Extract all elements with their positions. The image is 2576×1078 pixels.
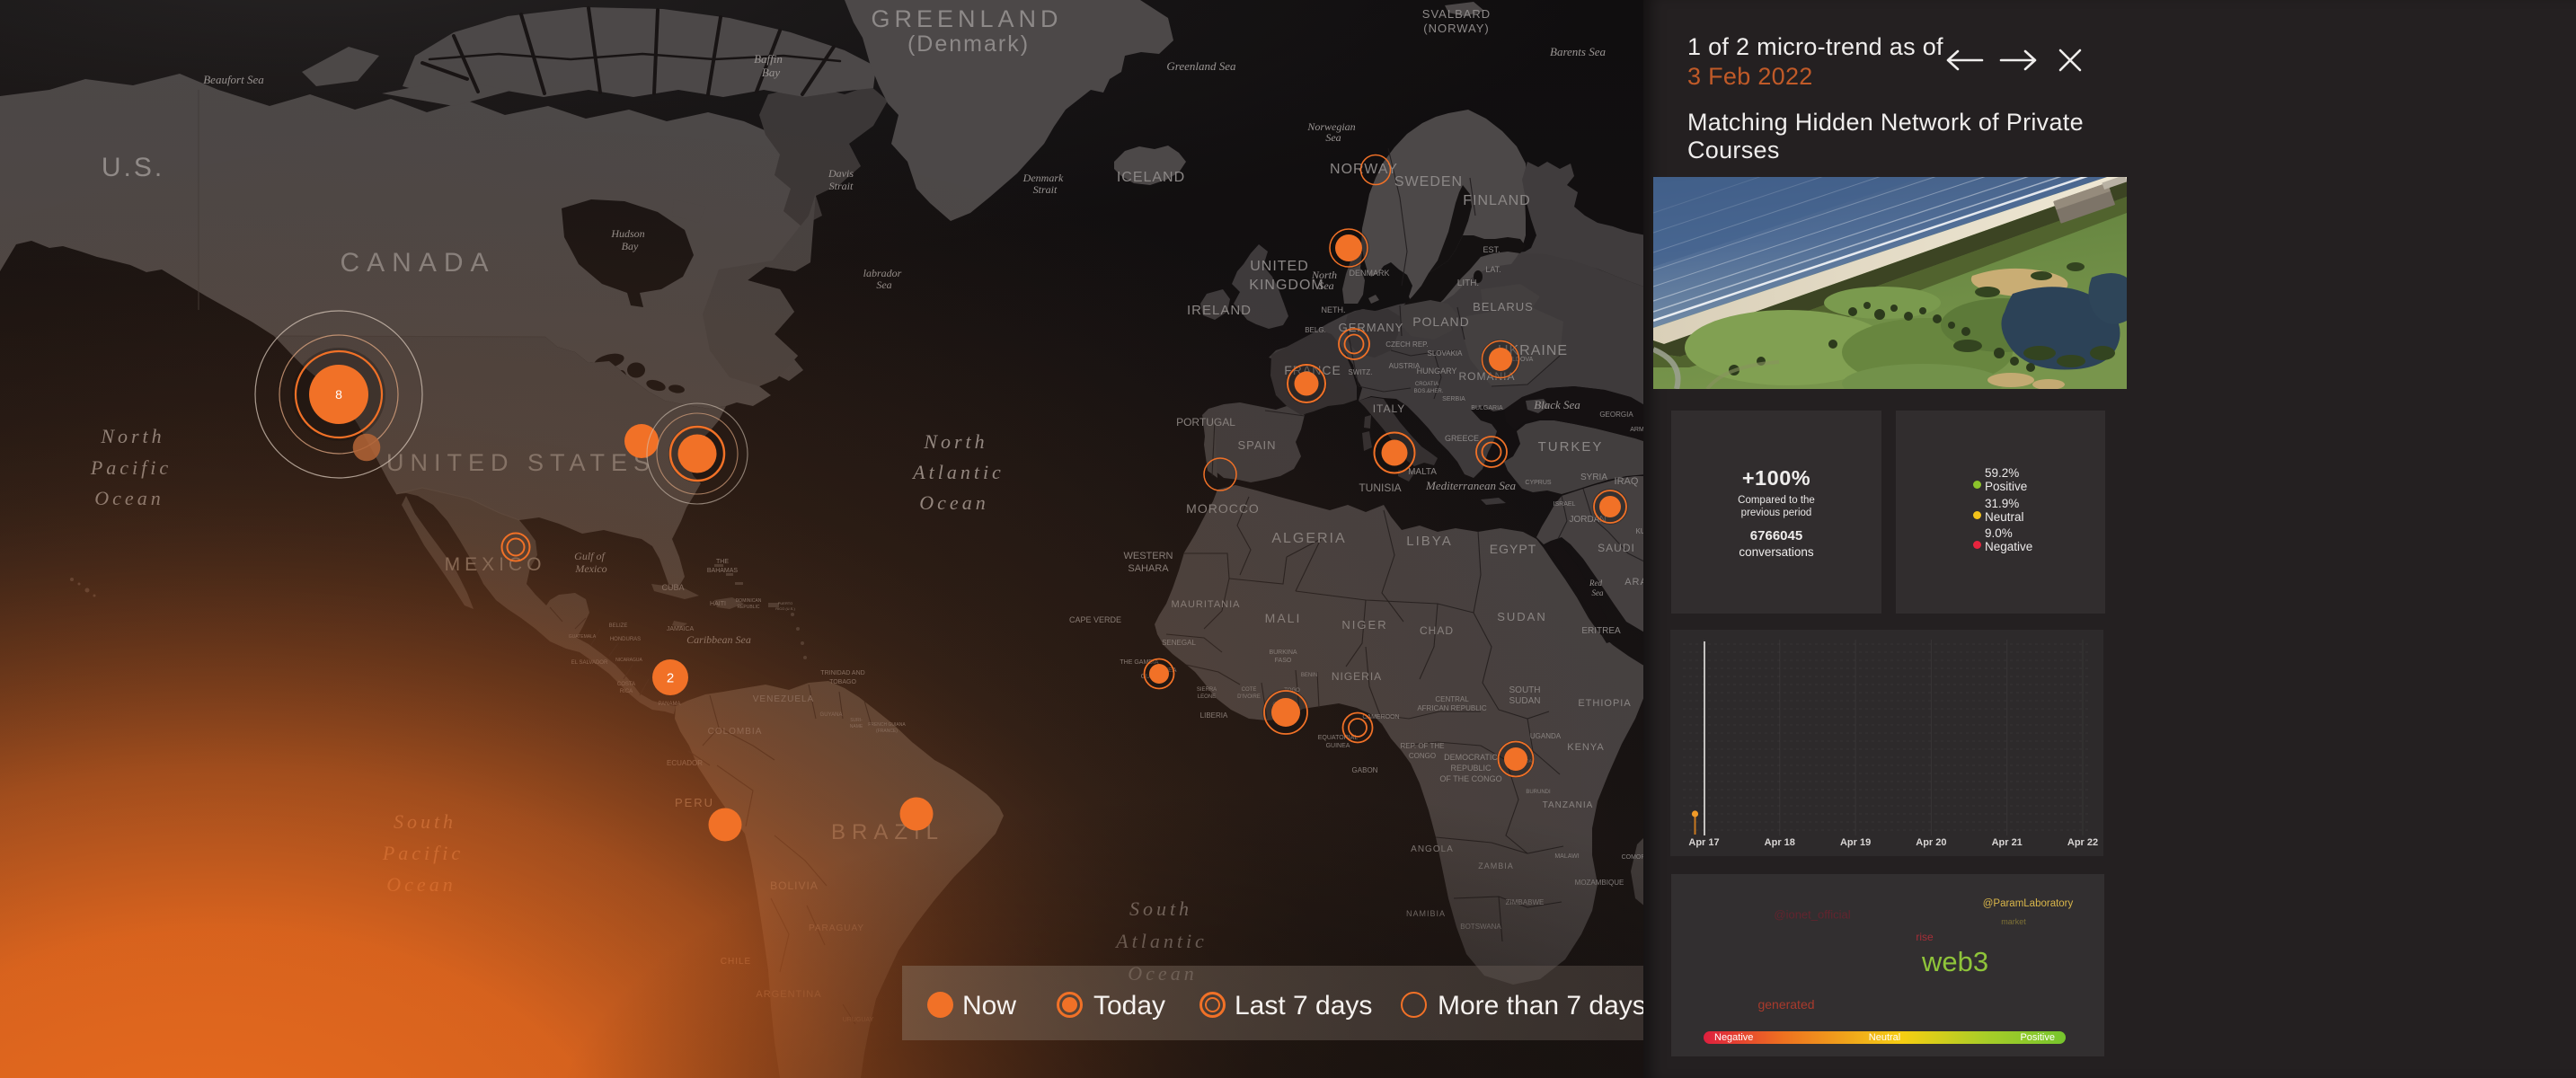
svg-text:2: 2 bbox=[667, 670, 674, 685]
svg-text:8: 8 bbox=[335, 387, 342, 402]
